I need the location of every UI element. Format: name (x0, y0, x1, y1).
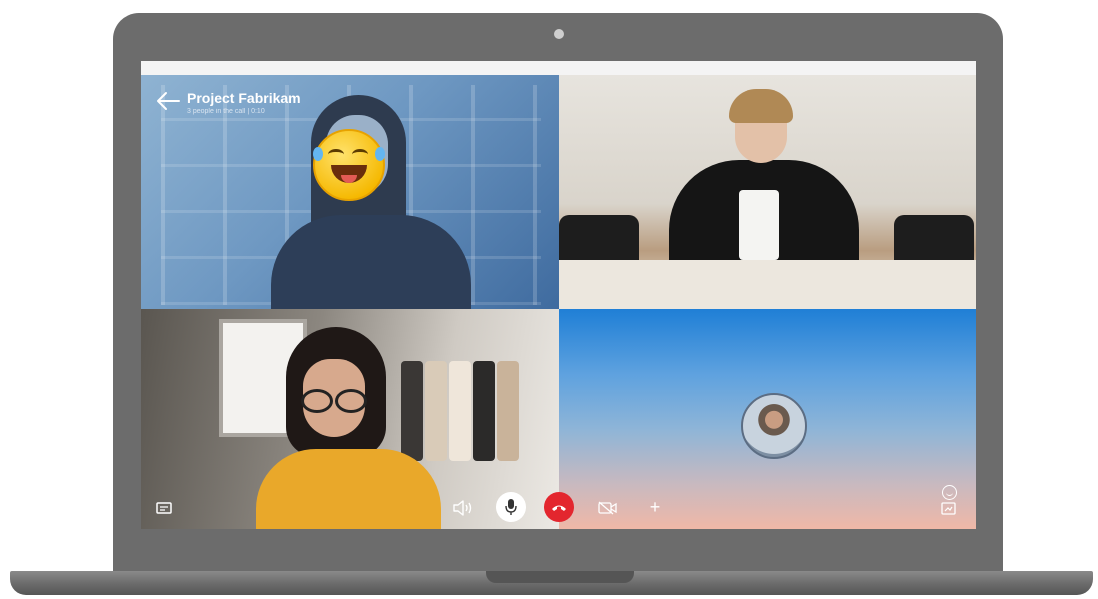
window-top-bar (141, 61, 976, 75)
chair (559, 215, 639, 265)
glasses (299, 389, 369, 413)
video-tile-participant-4[interactable] (559, 309, 976, 529)
video-tile-participant-1[interactable]: Project Fabrikam 3 people in the call | … (141, 75, 559, 309)
clothing-rack (401, 349, 521, 479)
participant-4-avatar[interactable] (741, 393, 807, 459)
laptop-notch (486, 571, 634, 583)
chat-icon[interactable] (155, 501, 173, 515)
microphone-icon[interactable] (496, 492, 526, 522)
video-off-icon[interactable] (598, 501, 618, 515)
video-tile-participant-3[interactable] (141, 309, 559, 529)
webcam (554, 29, 564, 39)
call-subtitle: 3 people in the call | 0:10 (187, 108, 265, 115)
table (559, 260, 976, 309)
speaker-icon[interactable] (451, 499, 475, 517)
call-title: Project Fabrikam (187, 90, 301, 106)
back-arrow-icon[interactable] (155, 91, 183, 113)
hang-up-icon[interactable] (544, 492, 574, 522)
participant-2-hair (729, 89, 793, 123)
emoji-icon[interactable] (942, 485, 957, 500)
participant-3-body (256, 449, 441, 529)
video-tile-participant-2[interactable] (559, 75, 976, 309)
participant-1-body (271, 215, 471, 309)
participant-2-shirt (739, 190, 779, 260)
laughing-emoji-reaction (313, 129, 385, 201)
video-call-screen: Project Fabrikam 3 people in the call | … (141, 61, 976, 529)
chair (894, 215, 974, 265)
add-icon[interactable]: + (647, 498, 663, 516)
screen-share-icon[interactable] (940, 501, 956, 515)
